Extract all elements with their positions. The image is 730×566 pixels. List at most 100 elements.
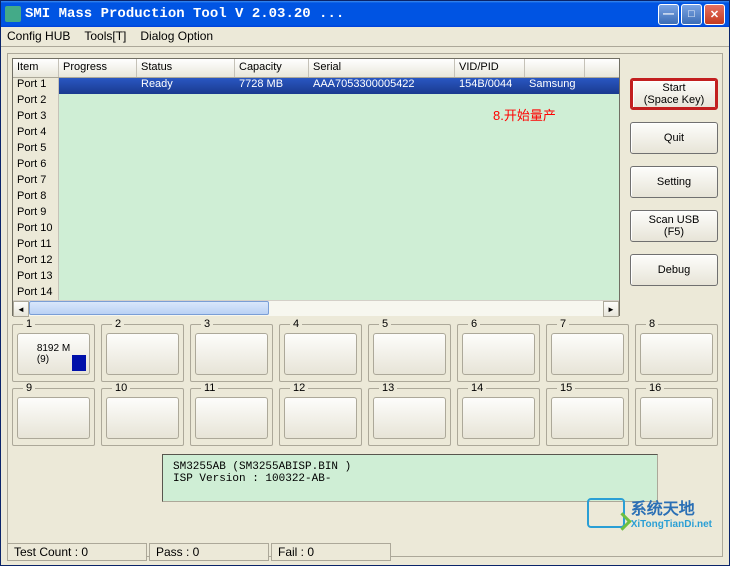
slot-display[interactable]: [551, 333, 624, 375]
slot-16: 16: [635, 388, 718, 446]
cell-serial: [309, 110, 455, 126]
titlebar-text: SMI Mass Production Tool V 2.03.20 ...: [25, 6, 658, 22]
cell-serial: [309, 126, 455, 142]
scroll-left-button[interactable]: ◄: [13, 301, 29, 317]
cell-item: Port 2: [13, 94, 59, 110]
slot-display[interactable]: [284, 397, 357, 439]
scroll-track[interactable]: [29, 301, 603, 316]
device-slots: 18192 M (9)2345678910111213141516: [12, 324, 718, 446]
scroll-right-button[interactable]: ►: [603, 301, 619, 317]
table-row[interactable]: Port 12: [13, 254, 619, 270]
cell-status: [137, 222, 235, 238]
slot-display[interactable]: [106, 333, 179, 375]
slot-display[interactable]: [195, 333, 268, 375]
slot-display[interactable]: [373, 333, 446, 375]
slot-display[interactable]: [551, 397, 624, 439]
cell-status: [137, 174, 235, 190]
cell-status: [137, 206, 235, 222]
col-capacity[interactable]: Capacity: [235, 59, 309, 77]
cell-capacity: [235, 270, 309, 286]
scroll-thumb[interactable]: [29, 301, 269, 315]
slot-label: 6: [468, 318, 480, 330]
table-row[interactable]: Port 6: [13, 158, 619, 174]
slot-label: 9: [23, 382, 35, 394]
table-row[interactable]: Port 2: [13, 94, 619, 110]
col-status[interactable]: Status: [137, 59, 235, 77]
slot-display[interactable]: [640, 397, 713, 439]
scan-usb-button[interactable]: Scan USB (F5): [630, 210, 718, 242]
slot-label: 5: [379, 318, 391, 330]
table-row[interactable]: Port 3: [13, 110, 619, 126]
cell-progress: [59, 222, 137, 238]
status-fail: Fail : 0: [271, 543, 391, 561]
table-row[interactable]: Port 14: [13, 286, 619, 300]
col-item[interactable]: Item: [13, 59, 59, 77]
cell-item: Port 14: [13, 286, 59, 300]
table-row[interactable]: Port 7: [13, 174, 619, 190]
close-button[interactable]: ✕: [704, 4, 725, 25]
table-body[interactable]: Port 1Ready7728 MBAAA7053300005422154B/0…: [13, 78, 619, 300]
table-row[interactable]: Port 4: [13, 126, 619, 142]
titlebar[interactable]: SMI Mass Production Tool V 2.03.20 ... —…: [1, 1, 729, 27]
maximize-button[interactable]: □: [681, 4, 702, 25]
slot-7: 7: [546, 324, 629, 382]
col-serial[interactable]: Serial: [309, 59, 455, 77]
cell-extra: [525, 238, 585, 254]
slot-label: 12: [290, 382, 308, 394]
table-row[interactable]: Port 11: [13, 238, 619, 254]
table-row[interactable]: Port 1Ready7728 MBAAA7053300005422154B/0…: [13, 78, 619, 94]
cell-vidpid: [455, 94, 525, 110]
watermark-url: XiTongTianDi.net: [631, 519, 712, 530]
slot-3: 3: [190, 324, 273, 382]
cell-extra: [525, 222, 585, 238]
cell-vidpid: [455, 174, 525, 190]
slot-1: 18192 M (9): [12, 324, 95, 382]
slot-display[interactable]: [284, 333, 357, 375]
client-area: Item Progress Status Capacity Serial VID…: [1, 47, 729, 563]
table-row[interactable]: Port 9: [13, 206, 619, 222]
table-row[interactable]: Port 13: [13, 270, 619, 286]
cell-vidpid: [455, 222, 525, 238]
col-extra[interactable]: [525, 59, 585, 77]
start-button[interactable]: Start (Space Key): [630, 78, 718, 110]
cell-item: Port 1: [13, 78, 59, 94]
cell-item: Port 12: [13, 254, 59, 270]
cell-serial: [309, 158, 455, 174]
table-row[interactable]: Port 10: [13, 222, 619, 238]
cell-status: [137, 158, 235, 174]
menubar: Config HUB Tools[T] Dialog Option: [1, 27, 729, 47]
quit-button[interactable]: Quit: [630, 122, 718, 154]
slot-display[interactable]: [640, 333, 713, 375]
debug-button[interactable]: Debug: [630, 254, 718, 286]
cell-extra: [525, 174, 585, 190]
slot-label: 16: [646, 382, 664, 394]
cell-vidpid: [455, 286, 525, 300]
col-vidpid[interactable]: VID/PID: [455, 59, 525, 77]
slot-display[interactable]: 8192 M (9): [17, 333, 90, 375]
slot-label: 7: [557, 318, 569, 330]
cell-serial: [309, 94, 455, 110]
slot-display[interactable]: [462, 333, 535, 375]
cell-progress: [59, 126, 137, 142]
table-row[interactable]: Port 8: [13, 190, 619, 206]
cell-extra: [525, 190, 585, 206]
slot-display[interactable]: [195, 397, 268, 439]
table-row[interactable]: Port 5: [13, 142, 619, 158]
cell-extra: [525, 158, 585, 174]
slot-display[interactable]: [106, 397, 179, 439]
menu-tools[interactable]: Tools[T]: [84, 29, 126, 44]
cell-serial: [309, 142, 455, 158]
menu-config-hub[interactable]: Config HUB: [7, 29, 70, 44]
cell-extra: Samsung: [525, 78, 585, 94]
slot-display[interactable]: [462, 397, 535, 439]
menu-dialog-option[interactable]: Dialog Option: [140, 29, 213, 44]
minimize-button[interactable]: —: [658, 4, 679, 25]
slot-display[interactable]: [373, 397, 446, 439]
cell-capacity: 7728 MB: [235, 78, 309, 94]
slot-display[interactable]: [17, 397, 90, 439]
slot-9: 9: [12, 388, 95, 446]
slot-15: 15: [546, 388, 629, 446]
h-scrollbar[interactable]: ◄ ►: [13, 300, 619, 316]
setting-button[interactable]: Setting: [630, 166, 718, 198]
col-progress[interactable]: Progress: [59, 59, 137, 77]
